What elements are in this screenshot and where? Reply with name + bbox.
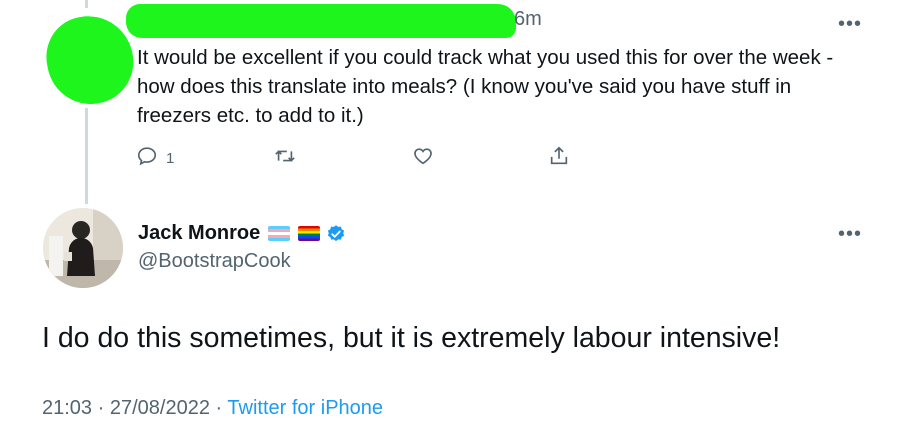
reply-icon [136,145,158,171]
thread-line [85,0,88,8]
author-name[interactable]: Jack Monroe [138,222,260,245]
reply-button[interactable]: 1 [136,145,174,171]
more-icon[interactable]: ••• [838,14,862,34]
redacted-author-name [126,4,516,38]
tweet-source-link[interactable]: Twitter for iPhone [227,397,383,419]
verified-badge-icon [326,224,346,244]
separator: · [97,397,105,419]
reply-tweet-text: It would be excellent if you could track… [137,46,834,127]
separator: · [215,397,223,419]
thread-line [85,108,88,204]
redacted-avatar [40,9,140,111]
avatar[interactable] [43,208,123,288]
reply-timestamp[interactable]: 6m [514,8,542,31]
more-icon[interactable]: ••• [838,224,862,244]
tweet-metadata: 21:03 · 27/08/2022 · Twitter for iPhone [42,397,383,420]
author-handle[interactable]: @BootstrapCook [138,250,291,273]
main-tweet-text: I do do this sometimes, but it is extrem… [42,322,781,354]
author-row: Jack Monroe [138,222,346,245]
tweet-date[interactable]: 27/08/2022 [110,397,210,419]
share-icon [548,145,570,171]
tweet-time[interactable]: 21:03 [42,397,92,419]
like-icon [412,145,434,171]
reply-count: 1 [166,149,175,167]
like-button[interactable] [412,145,434,171]
retweet-icon [274,145,296,171]
transgender-flag-icon [268,226,291,241]
retweet-button[interactable] [274,145,296,171]
share-button[interactable] [548,145,570,171]
rainbow-flag-icon [298,226,321,241]
